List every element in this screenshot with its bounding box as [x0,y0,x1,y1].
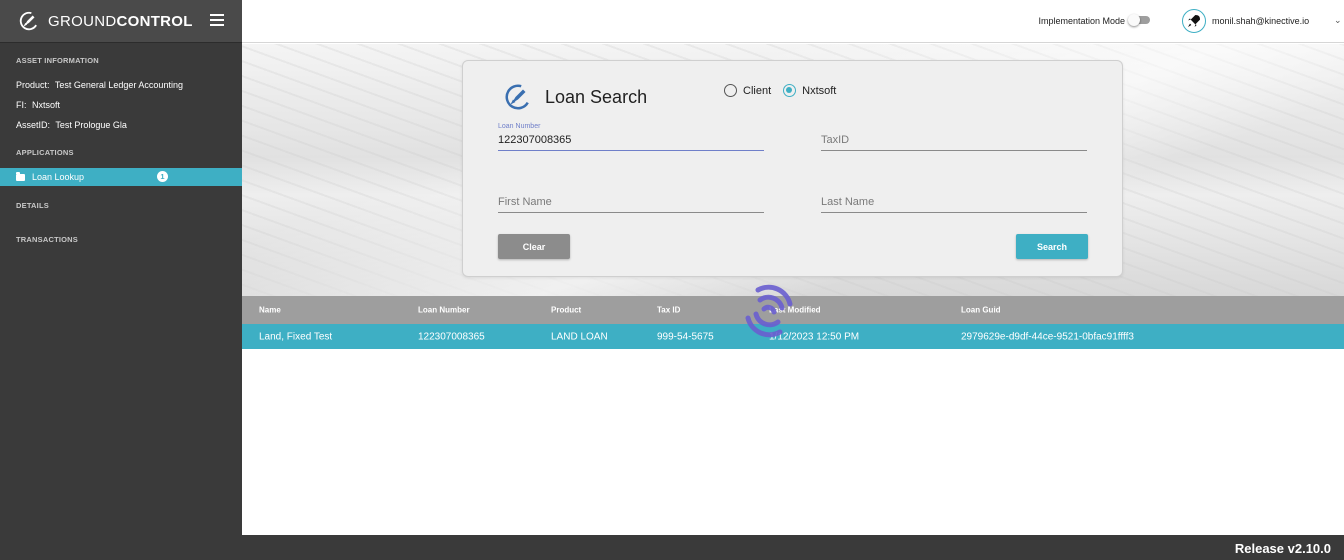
client-radio[interactable] [724,84,737,97]
cell-product: LAND LOAN [551,331,608,342]
avatar[interactable] [1182,9,1206,33]
top-bar: Implementation Mode monil.shah@kinective… [242,0,1344,43]
column-header-loan-guid[interactable]: Loan Guid [961,306,1001,315]
product-info: Product: Test General Ledger Accounting [16,80,183,90]
loading-spinner-icon [745,284,793,338]
implementation-mode-label: Implementation Mode [1038,16,1125,26]
sidebar: GROUNDCONTROL ASSET INFORMATION Product:… [0,0,242,560]
brand-bar: GROUNDCONTROL [0,0,242,43]
first-name-field[interactable]: First Name [498,196,764,213]
first-name-placeholder[interactable]: First Name [498,196,764,212]
rocket-logo-icon [19,11,39,31]
nxtsoft-radio[interactable] [783,84,797,97]
sidebar-item-transactions[interactable]: TRANSACTIONS [0,235,78,244]
folder-icon [16,171,25,181]
cell-loan-guid: 2979629e-d9df-44ce-9521-0bfac91ffff3 [961,331,1134,342]
sidebar-item-loan-lookup[interactable]: Loan Lookup 1 [0,168,242,186]
implementation-mode-toggle[interactable] [1128,14,1150,26]
applications-heading: APPLICATIONS [16,148,74,157]
loan-number-value[interactable]: 122307008365 [498,134,764,150]
cell-name: Land, Fixed Test [259,331,333,342]
last-name-placeholder[interactable]: Last Name [821,196,1087,212]
clear-button[interactable]: Clear [498,234,570,259]
sidebar-item-details[interactable]: DETAILS [0,201,49,210]
cell-tax-id: 999-54-5675 [657,331,714,342]
loan-number-field[interactable]: Loan Number 122307008365 [498,123,764,151]
nxtsoft-radio-label[interactable]: Nxtsoft [802,85,836,97]
cell-loan-number: 122307008365 [418,331,485,342]
release-version: Release v2.10.0 [1234,541,1331,556]
sidebar-item-label: Loan Lookup [32,172,85,182]
user-email[interactable]: monil.shah@kinective.io [1212,16,1309,26]
column-header-product[interactable]: Product [551,306,581,315]
loan-search-card: Loan Search Client Nxtsoft Loan Number 1… [462,60,1123,277]
chevron-down-icon[interactable]: ⌄ [1334,15,1342,26]
client-radio-label[interactable]: Client [743,85,771,97]
loan-search-title: Loan Search [545,87,648,107]
hamburger-menu-icon[interactable] [210,14,224,26]
search-button[interactable]: Search [1016,234,1088,259]
count-badge: 1 [157,171,168,182]
column-header-name[interactable]: Name [259,306,281,315]
brand-name: GROUNDCONTROL [48,12,193,30]
column-header-loan-number[interactable]: Loan Number [418,306,470,315]
taxid-placeholder[interactable]: TaxID [821,134,1087,150]
footer: Release v2.10.0 [242,535,1344,560]
source-radio-group: Client Nxtsoft [724,84,848,97]
rocket-icon [1188,15,1200,27]
asset-id-info: AssetID: Test Prologue Gla [16,120,127,130]
taxid-field[interactable]: TaxID [821,134,1087,151]
rocket-logo-icon [505,84,531,110]
loan-number-label: Loan Number [498,123,541,130]
asset-information-heading: ASSET INFORMATION [16,56,99,65]
column-header-tax-id[interactable]: Tax ID [657,306,680,315]
fi-info: FI: Nxtsoft [16,100,61,110]
last-name-field[interactable]: Last Name [821,196,1087,213]
